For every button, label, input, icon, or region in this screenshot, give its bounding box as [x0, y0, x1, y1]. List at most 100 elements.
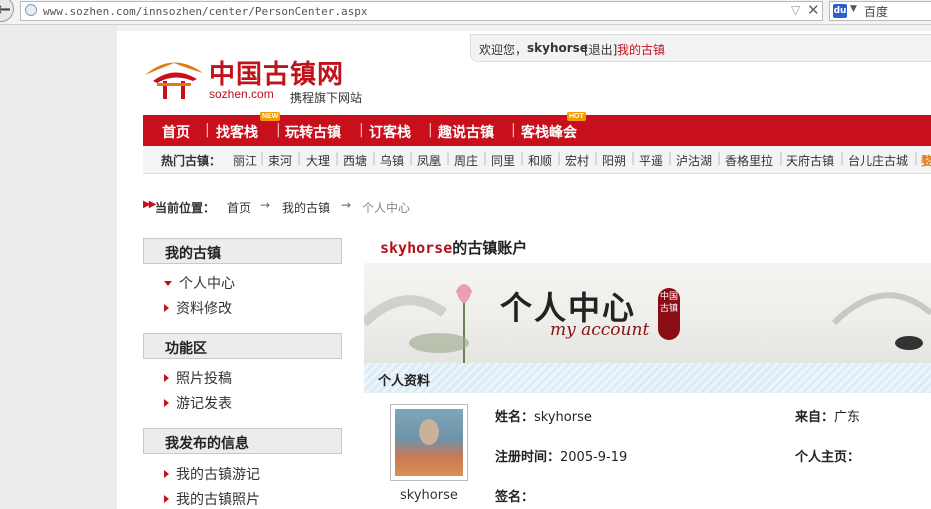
personal-center-banner: 个人中心 my account 中国古镇 [364, 263, 931, 363]
town-link[interactable]: 周庄 [454, 152, 478, 169]
sidebar-section-title: 我的古镇 [165, 246, 221, 262]
town-link[interactable]: 宏村 [565, 152, 589, 169]
sidebar-item-label[interactable]: 资料修改 [176, 301, 232, 317]
town-divider: | [372, 151, 377, 165]
nav-item-summit[interactable]: 客栈峰会 [521, 122, 577, 142]
nav-divider: | [205, 122, 210, 138]
town-divider: | [483, 151, 488, 165]
town-link[interactable]: 阳朔 [602, 152, 626, 169]
site-logo-title[interactable]: 中国古镇网 [209, 54, 344, 91]
town-divider: | [779, 151, 784, 165]
sidebar-item-label[interactable]: 游记发表 [176, 396, 232, 412]
sidebar-item-post-travelogue[interactable]: 游记发表 [164, 393, 232, 413]
my-town-link[interactable]: 我的古镇 [617, 41, 665, 58]
triangle-down-icon [164, 281, 172, 286]
page-top-edge [117, 25, 931, 31]
hot-towns-bar: 热门古镇： 丽江 | 束河 | 大理 | 西塘 | 乌镇 | 凤凰 | 周庄 |… [143, 146, 931, 174]
town-link[interactable]: 凤凰 [417, 152, 441, 169]
nav-divider: | [276, 122, 281, 138]
breadcrumb-sep: → [260, 198, 271, 212]
breadcrumb-current: 个人中心 [362, 201, 411, 215]
banner-seal: 中国古镇 [658, 288, 680, 340]
breadcrumb-home-link[interactable]: 首页 [227, 199, 251, 216]
sidebar-item-label[interactable]: 个人中心 [179, 276, 235, 292]
town-divider: | [668, 151, 673, 165]
search-engine-label[interactable]: 百度 [864, 3, 888, 20]
engine-dropdown-icon[interactable]: ▼ [850, 4, 857, 14]
triangle-right-icon [164, 495, 169, 503]
sidebar-item-personal-center[interactable]: 个人中心 [164, 273, 235, 293]
sidebar-item-photo-submit[interactable]: 照片投稿 [164, 368, 232, 388]
field-name-value: skyhorse [534, 410, 592, 425]
account-title-suffix: 的古镇账户 [452, 239, 528, 257]
sidebar-item-my-photos[interactable]: 我的古镇照片 [164, 489, 260, 509]
logout-link[interactable]: [退出] [584, 41, 617, 58]
town-divider: | [260, 151, 265, 165]
history-dropdown-icon[interactable]: ▽ [791, 3, 800, 17]
nav-item-stories[interactable]: 趣说古镇 [438, 122, 494, 142]
browser-toolbar: ← www.sozhen.com/innsozhen/center/Person… [0, 0, 931, 25]
triangle-right-icon [164, 304, 169, 312]
account-title: skyhorse的古镇账户 [380, 237, 527, 258]
search-bar[interactable]: du ▼ 百度 [829, 1, 931, 21]
page-gutter [0, 25, 117, 509]
town-link[interactable]: 大理 [306, 152, 330, 169]
field-homepage: 个人主页： [795, 446, 860, 465]
town-link[interactable]: 天府古镇 [786, 152, 834, 169]
avatar-username: skyhorse [400, 488, 458, 503]
sidebar-section-title: 我发布的信息 [165, 436, 249, 452]
triangle-right-icon [164, 470, 169, 478]
address-bar[interactable]: www.sozhen.com/innsozhen/center/PersonCe… [20, 1, 823, 21]
pagoda-logo-icon [145, 62, 203, 99]
globe-icon [25, 4, 37, 16]
nav-item-play[interactable]: 玩转古镇 [285, 122, 341, 142]
town-link[interactable]: 平遥 [639, 152, 663, 169]
town-link[interactable]: 泸沽湖 [676, 152, 712, 169]
lotus-ink-illustration [364, 284, 931, 363]
town-link[interactable]: 丽江 [233, 152, 257, 169]
nav-item-book-inn[interactable]: 订客栈 [369, 122, 411, 142]
town-divider: | [557, 151, 562, 165]
back-arrow-icon[interactable]: ← [0, 0, 14, 22]
nav-item-home[interactable]: 首页 [162, 122, 190, 142]
url-text[interactable]: www.sozhen.com/innsozhen/center/PersonCe… [43, 5, 368, 18]
field-from-value: 广东 [834, 410, 861, 425]
field-name-label: 姓名： [495, 410, 535, 425]
town-link[interactable]: 香格里拉 [725, 152, 773, 169]
breadcrumb-sep: → [341, 198, 352, 212]
baidu-icon[interactable]: du [833, 4, 847, 18]
sidebar-item-my-travelogues[interactable]: 我的古镇游记 [164, 464, 260, 484]
triangle-right-icon [164, 374, 169, 382]
town-link[interactable]: 和顺 [528, 152, 552, 169]
nav-divider: | [359, 122, 364, 138]
field-name: 姓名：skyhorse [495, 406, 592, 425]
profile-section-header: 个人资料 [364, 363, 931, 393]
sidebar-item-label[interactable]: 照片投稿 [176, 371, 232, 387]
site-logo-domain[interactable]: sozhen.com [209, 87, 274, 101]
sidebar-section-my-town: 我的古镇 [143, 238, 342, 264]
sidebar-item-edit-profile[interactable]: 资料修改 [164, 298, 232, 318]
main-nav: 首页 | 找客栈 NEW | 玩转古镇 | 订客栈 | 趣说古镇 | 客栈峰会 … [143, 112, 931, 146]
town-link[interactable]: 同里 [491, 152, 515, 169]
nav-divider: | [428, 122, 433, 138]
town-link[interactable]: 束河 [268, 152, 292, 169]
welcome-bar: 欢迎您， skyhorse [退出] 我的古镇 [470, 34, 931, 62]
town-divider: | [594, 151, 599, 165]
field-from-label: 来自： [795, 410, 835, 425]
town-link[interactable]: 婺 [921, 152, 931, 169]
sidebar-item-label[interactable]: 我的古镇游记 [176, 467, 260, 483]
profile-header-title: 个人资料 [378, 374, 431, 389]
avatar[interactable] [395, 409, 463, 476]
town-link[interactable]: 乌镇 [380, 152, 404, 169]
town-link[interactable]: 西塘 [343, 152, 367, 169]
sidebar-item-label[interactable]: 我的古镇照片 [176, 492, 260, 508]
town-link[interactable]: 台儿庄古城 [848, 152, 908, 169]
breadcrumb-parent-link[interactable]: 我的古镇 [282, 199, 330, 216]
hot-towns-label: 热门古镇： [161, 154, 222, 168]
avatar-frame[interactable] [390, 404, 468, 481]
new-badge: NEW [260, 112, 281, 121]
stop-icon[interactable]: ✕ [807, 1, 820, 19]
nav-item-find-inn[interactable]: 找客栈 [216, 122, 258, 142]
town-divider: | [840, 151, 845, 165]
town-divider: | [297, 151, 302, 165]
